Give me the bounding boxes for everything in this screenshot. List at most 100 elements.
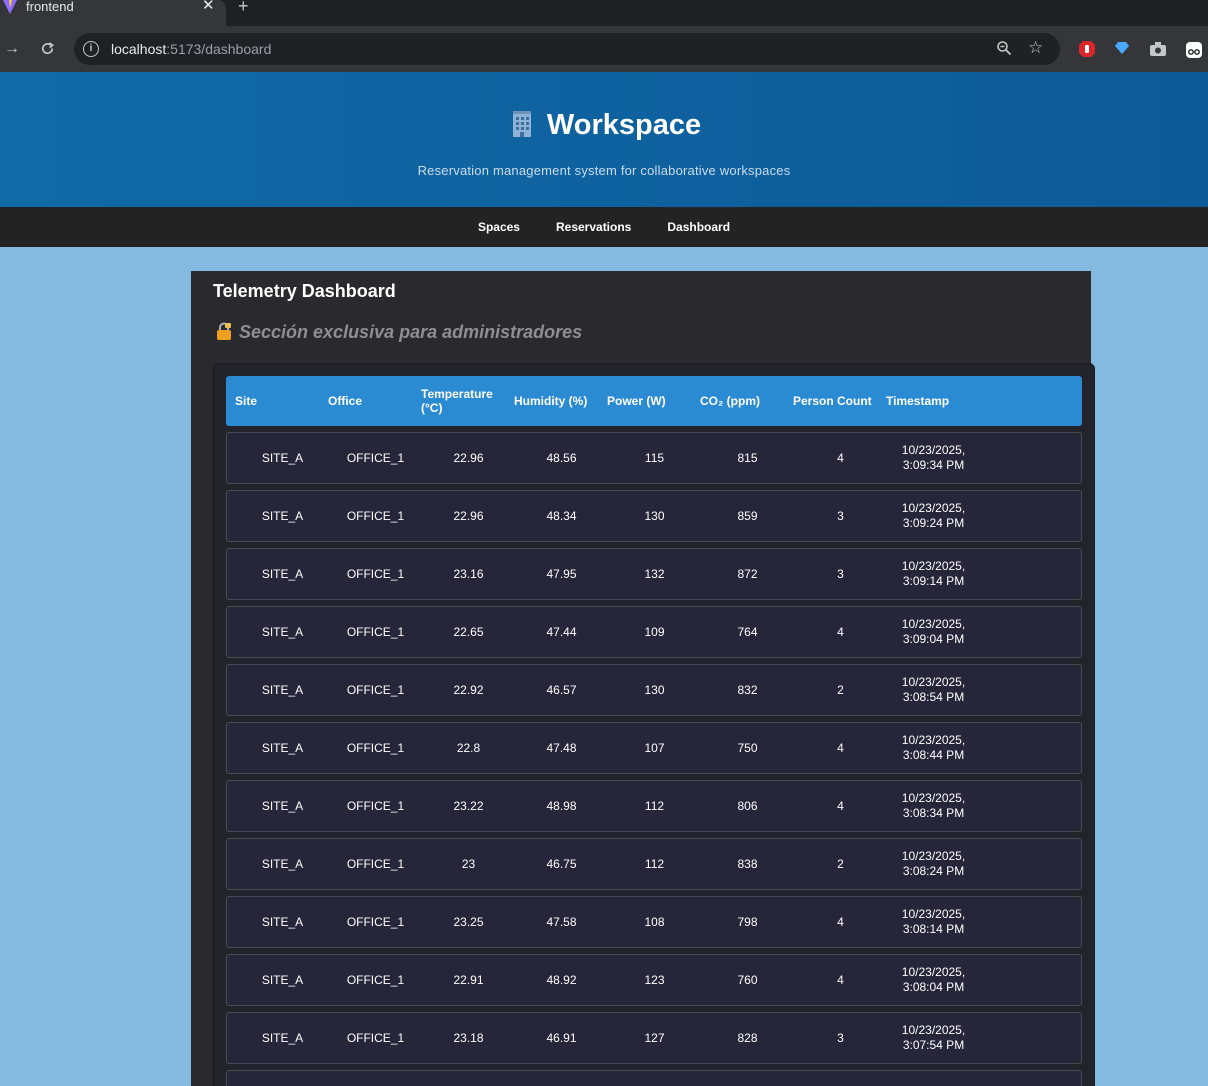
cell-power: 108 — [644, 914, 665, 929]
cell-temperature: 22.65 — [453, 624, 484, 639]
timestamp-time: 3:09:04 PM — [902, 632, 965, 646]
timestamp-time: 3:08:24 PM — [902, 864, 965, 878]
nav-link-dashboard[interactable]: Dashboard — [667, 220, 730, 234]
lock-icon — [217, 322, 231, 340]
table-row: SITE_A OFFICE_1 23.25 47.58 108 798 4 10/23/202… — [226, 896, 1082, 948]
timestamp-time: 3:09:34 PM — [902, 458, 965, 472]
timestamp-time: 3:09:24 PM — [902, 516, 965, 530]
cell-temperature: 23.18 — [453, 1030, 484, 1045]
telemetry-panel: Telemetry Dashboard Sección exclusiva pa… — [191, 271, 1095, 1086]
cell-persons: 4 — [837, 914, 844, 929]
vite-favicon-icon — [3, 0, 17, 14]
timestamp-time: 3:07:54 PM — [902, 1038, 965, 1052]
cell-office: OFFICE_1 — [346, 508, 405, 523]
extension-adblock-icon[interactable] — [1078, 40, 1096, 58]
cell-power: 112 — [644, 856, 665, 871]
cell-co2: 859 — [737, 508, 758, 523]
cell-humidity: 48.34 — [546, 508, 577, 523]
cell-humidity: 48.56 — [546, 450, 577, 465]
cell-temperature: 22.92 — [453, 682, 484, 697]
cell-site: SITE_A — [261, 624, 304, 639]
nav-link-spaces[interactable]: Spaces — [478, 220, 520, 234]
cell-power: 130 — [644, 508, 665, 523]
cell-humidity: 47.95 — [546, 566, 577, 581]
cell-office: OFFICE_1 — [346, 624, 405, 639]
timestamp-date: 10/23/2025, — [901, 733, 966, 747]
browser-toolbar: → i localhost:5173/dashboard ☆ — [0, 26, 1208, 72]
cell-office: OFFICE_1 — [346, 682, 405, 697]
cell-timestamp: 10/23/2025, 3:09:34 PM — [887, 433, 980, 483]
app-header: Workspace Reservation management system … — [0, 72, 1208, 207]
cell-temperature: 23 — [461, 856, 476, 871]
cell-temperature: 23.22 — [453, 798, 484, 813]
cell-co2: 764 — [737, 624, 758, 639]
cell-humidity: 46.91 — [546, 1030, 577, 1045]
profile-icon[interactable] — [1185, 41, 1203, 59]
cell-office: OFFICE_1 — [346, 450, 405, 465]
cell-timestamp: 10/23/2025, 3:09:24 PM — [887, 491, 980, 541]
tab-close-icon[interactable]: ✕ — [202, 0, 215, 14]
nav-link-reservations[interactable]: Reservations — [556, 220, 631, 234]
extension-camera-icon[interactable] — [1150, 42, 1166, 56]
cell-co2: 872 — [737, 566, 758, 581]
url-text[interactable]: localhost:5173/dashboard — [111, 41, 271, 57]
cell-power: 112 — [644, 798, 665, 813]
cell-persons: 4 — [837, 740, 844, 755]
table-row: SITE_A OFFICE_1 23.16 47.95 132 872 3 10/23/202… — [226, 548, 1082, 600]
page-title: Telemetry Dashboard — [213, 281, 396, 301]
cell-humidity: 47.58 — [546, 914, 577, 929]
timestamp-date: 10/23/2025, — [901, 617, 966, 631]
browser-tab[interactable]: frontend ✕ — [0, 0, 226, 26]
cell-site: SITE_A — [261, 508, 304, 523]
table-header: Site Office Temperature (°C) Humidity (%) Po… — [226, 376, 1082, 426]
cell-humidity: 47.48 — [546, 740, 577, 755]
th-temperature: Temperature (°C) — [421, 387, 493, 415]
table-row: SITE_A OFFICE_1 22.96 48.56 115 815 4 10/23/202… — [226, 432, 1082, 484]
brand-title: Workspace — [0, 108, 1208, 142]
cell-temperature: 23.16 — [453, 566, 484, 581]
cell-persons: 2 — [837, 856, 844, 871]
cell-timestamp: 10/23/2025, 3:09:04 PM — [887, 607, 980, 657]
th-humidity: Humidity (%) — [514, 394, 588, 408]
timestamp-date: 10/23/2025, — [901, 791, 966, 805]
browser-tab-strip: frontend ✕ + — [0, 0, 1208, 26]
cell-temperature: 23.25 — [453, 914, 484, 929]
cell-humidity: 48.98 — [546, 798, 577, 813]
cell-co2: 806 — [737, 798, 758, 813]
timestamp-time: 3:08:54 PM — [902, 690, 965, 704]
cell-site: SITE_A — [261, 972, 304, 987]
cell-office: OFFICE_1 — [346, 914, 405, 929]
table-row: SITE_A OFFICE_1 22.96 48.34 130 859 3 10/23/202… — [226, 490, 1082, 542]
timestamp-time: 3:08:04 PM — [902, 980, 965, 994]
address-bar[interactable]: i localhost:5173/dashboard ☆ — [74, 33, 1060, 65]
tab-title: frontend — [26, 0, 74, 14]
cell-office: OFFICE_1 — [346, 1030, 405, 1045]
timestamp-time: 3:08:14 PM — [902, 922, 965, 936]
zoom-icon[interactable] — [996, 40, 1012, 56]
reload-icon[interactable] — [40, 41, 55, 56]
timestamp-date: 10/23/2025, — [901, 501, 966, 515]
bookmark-star-icon[interactable]: ☆ — [1028, 38, 1043, 58]
cell-temperature: 22.96 — [453, 508, 484, 523]
site-info-icon[interactable]: i — [83, 41, 99, 57]
cell-co2: 828 — [737, 1030, 758, 1045]
extension-gem-icon[interactable] — [1115, 41, 1129, 55]
timestamp-date: 10/23/2025, — [901, 559, 966, 573]
table-row: SITE_A OFFICE_1 23 46.75 112 838 2 10/23/2025, 3… — [226, 838, 1082, 890]
timestamp-date: 10/23/2025, — [901, 907, 966, 921]
app-subtitle: Reservation management system for collab… — [417, 163, 791, 178]
cell-timestamp: 10/23/2025, 3:08:14 PM — [887, 897, 980, 947]
new-tab-button[interactable]: + — [238, 0, 249, 15]
table-row: SITE_A OFFICE_1 22.8 47.48 107 750 4 10/23/2025… — [226, 722, 1082, 774]
cell-persons: 3 — [837, 566, 844, 581]
cell-site: SITE_A — [261, 450, 304, 465]
forward-arrow-icon[interactable]: → — [4, 41, 20, 57]
cell-temperature: 22.91 — [453, 972, 484, 987]
cell-power: 130 — [644, 682, 665, 697]
timestamp-time: 3:08:44 PM — [902, 748, 965, 762]
timestamp-date: 10/23/2025, — [901, 965, 966, 979]
table-row: SITE_A OFFICE_1 22.92 46.57 130 832 2 10/23/202… — [226, 664, 1082, 716]
cell-power: 107 — [644, 740, 665, 755]
cell-timestamp: 10/23/2025, 3:07:54 PM — [887, 1013, 980, 1063]
table-row: SITE_A OFFICE_1 23.18 46.91 127 828 3 10/23/202… — [226, 1012, 1082, 1064]
